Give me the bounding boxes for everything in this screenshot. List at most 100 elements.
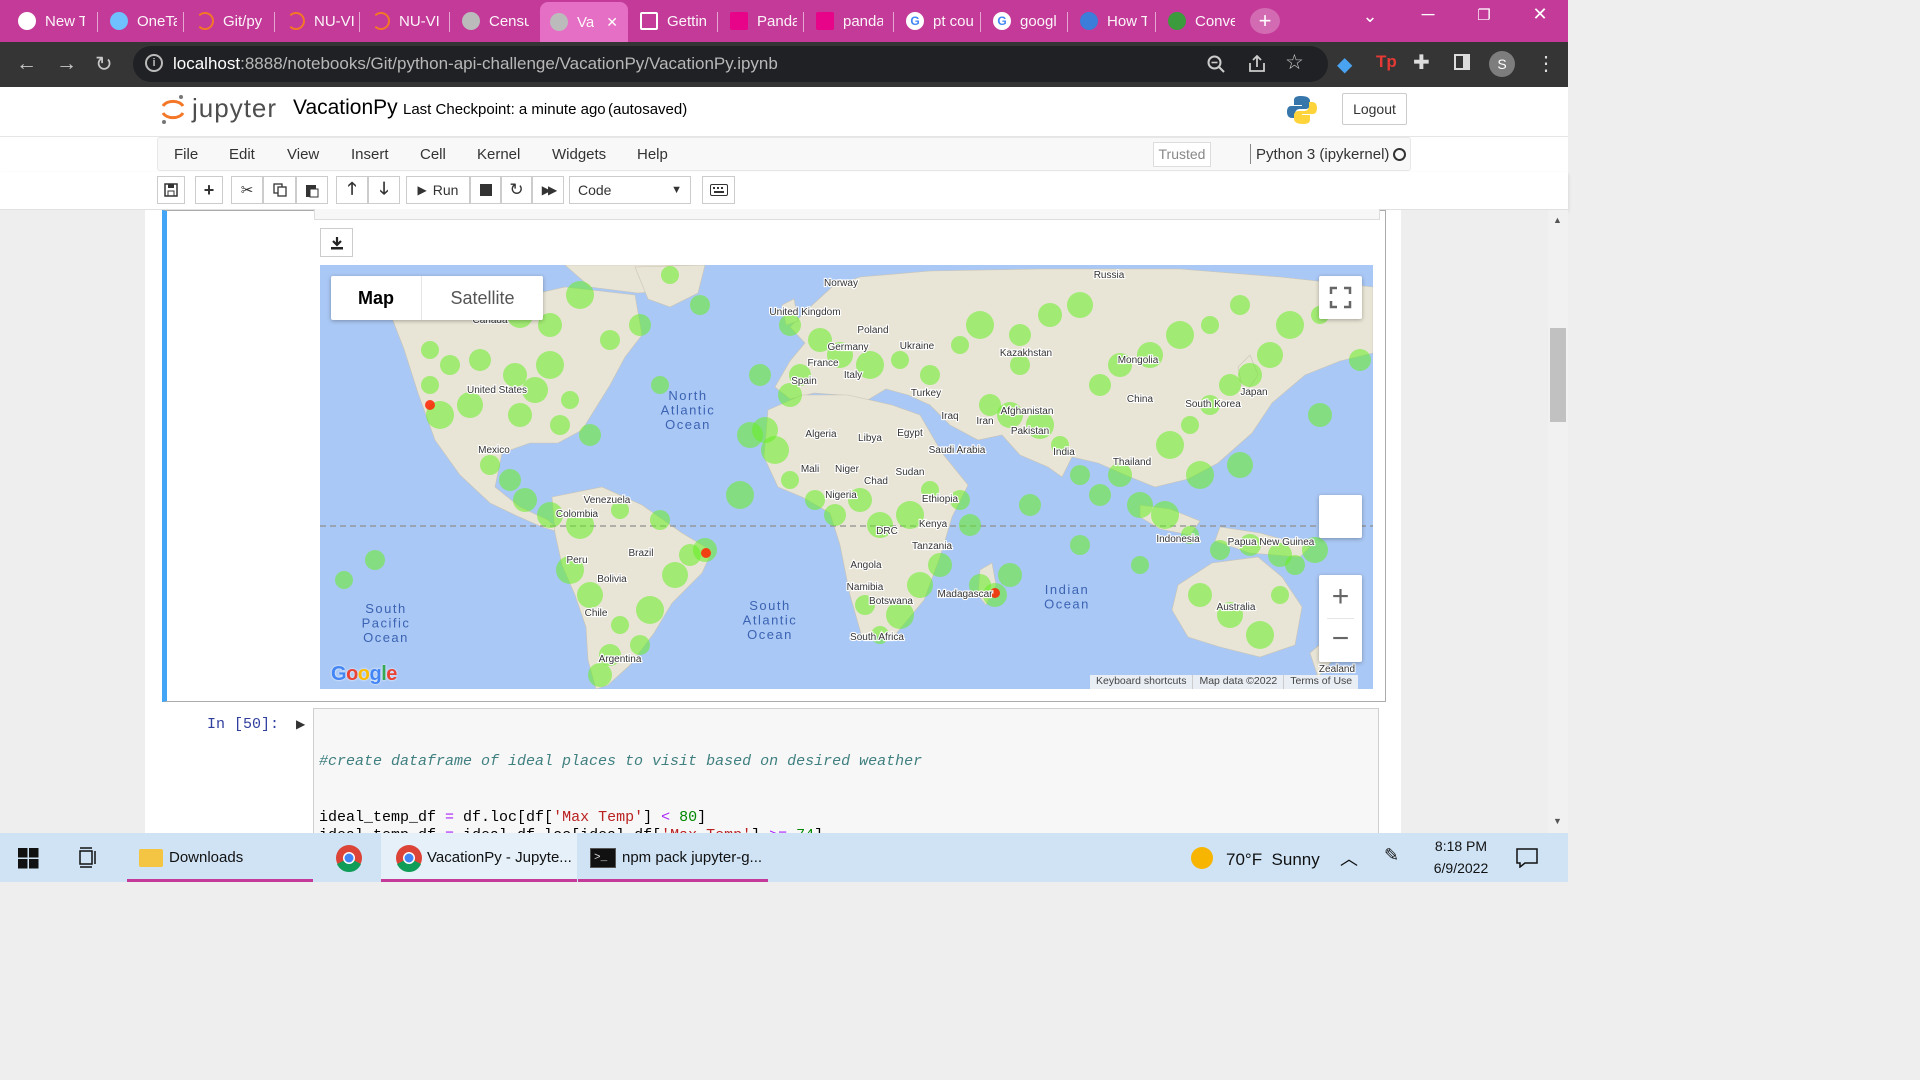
menu-cell[interactable]: Cell xyxy=(420,146,446,163)
menu-insert[interactable]: Insert xyxy=(351,146,389,163)
menu-widgets[interactable]: Widgets xyxy=(552,146,606,163)
side-panel-icon[interactable] xyxy=(1454,54,1470,70)
browser-tab[interactable]: How T xyxy=(1070,4,1156,38)
country-label: United Kingdom xyxy=(769,307,840,318)
menu-view[interactable]: View xyxy=(287,146,319,163)
move-cell-up-icon[interactable]: 🡑 xyxy=(336,176,368,204)
menu-edit[interactable]: Edit xyxy=(229,146,255,163)
copy-icon[interactable] xyxy=(263,176,296,204)
zoom-in-button[interactable]: + xyxy=(1319,575,1362,618)
profile-avatar[interactable]: S xyxy=(1489,51,1515,77)
show-hidden-icons-chevron-icon[interactable]: ︿ xyxy=(1340,845,1358,871)
jupyter-logo-text[interactable]: jupyter xyxy=(192,93,277,124)
google-map[interactable]: Canada United States Mexico Venezuela Colomb… xyxy=(320,265,1373,689)
command-palette-keyboard-icon[interactable] xyxy=(702,176,735,204)
share-icon[interactable] xyxy=(1247,55,1267,73)
country-label: Kazakhstan xyxy=(1000,348,1052,359)
taskbar-chrome[interactable] xyxy=(330,833,368,882)
scroll-thumb[interactable] xyxy=(1550,328,1566,422)
weather-sun-icon[interactable] xyxy=(1191,847,1213,869)
fullscreen-button[interactable] xyxy=(1319,276,1362,319)
insert-cell-below-icon[interactable]: + xyxy=(195,176,223,204)
trusted-indicator[interactable]: Trusted xyxy=(1153,142,1211,167)
collapse-arrow-icon[interactable]: ▶ xyxy=(296,717,305,731)
keyboard-shortcuts-link[interactable]: Keyboard shortcuts xyxy=(1090,675,1194,689)
restore-icon[interactable]: ❐ xyxy=(1464,6,1504,24)
page-scrollbar[interactable]: ▲ ▼ xyxy=(1548,210,1568,833)
clock-date[interactable]: 6/9/2022 xyxy=(1424,860,1498,876)
menu-help[interactable]: Help xyxy=(637,146,668,163)
satellite-tab[interactable]: Satellite xyxy=(422,276,543,320)
back-icon[interactable]: ← xyxy=(16,52,37,76)
onetab-extension-icon[interactable]: ◆ xyxy=(1337,52,1352,77)
forward-icon[interactable]: → xyxy=(56,52,77,76)
interrupt-stop-icon[interactable] xyxy=(470,176,501,204)
paste-icon[interactable] xyxy=(296,176,328,204)
task-view-icon[interactable] xyxy=(78,847,100,868)
extensions-puzzle-icon[interactable]: ✚ xyxy=(1413,50,1430,75)
scroll-up-icon[interactable]: ▲ xyxy=(1553,215,1562,225)
browser-menu-icon[interactable]: ⋮ xyxy=(1536,51,1556,76)
country-label: Indonesia xyxy=(1156,534,1200,545)
kernel-name[interactable]: Python 3 (ipykernel) xyxy=(1256,146,1389,163)
code-text[interactable]: #create dataframe of ideal places to vis… xyxy=(319,716,922,833)
reload-icon[interactable]: ↻ xyxy=(95,52,113,77)
jupyter-logo-icon[interactable] xyxy=(160,94,186,126)
pen-icon[interactable]: ✎ xyxy=(1384,845,1399,866)
browser-tab[interactable]: Git/py xyxy=(186,4,272,38)
code-cell[interactable]: In [50]: ▶ #create dataframe of ideal pl… xyxy=(162,708,1386,833)
heatmap-point xyxy=(1227,452,1253,478)
zoom-icon[interactable] xyxy=(1207,55,1225,73)
street-view-pegman-button[interactable] xyxy=(1319,495,1362,538)
save-icon[interactable] xyxy=(157,176,185,204)
browser-tab[interactable]: Va ✕ xyxy=(540,2,628,42)
taskbar-vacationpy-window[interactable]: VacationPy - Jupyte... xyxy=(381,833,577,882)
tab-search-icon[interactable]: ⌄ xyxy=(1350,6,1390,27)
download-icon[interactable] xyxy=(320,228,353,257)
run-button[interactable]: ▶ Run xyxy=(406,176,470,204)
map-tab[interactable]: Map xyxy=(331,276,421,320)
logout-button[interactable]: Logout xyxy=(1342,93,1407,125)
restart-run-all-icon[interactable]: ▶▶ xyxy=(532,176,564,204)
browser-tab[interactable]: Gettin xyxy=(630,4,716,38)
country-label: Iran xyxy=(976,416,993,427)
terms-of-use-link[interactable]: Terms of Use xyxy=(1284,675,1358,689)
code-editor[interactable]: #create dataframe of ideal places to vis… xyxy=(313,708,1379,833)
browser-tab[interactable]: Ggoogl xyxy=(983,4,1069,38)
minimize-icon[interactable]: ─ xyxy=(1408,4,1448,25)
menu-kernel[interactable]: Kernel xyxy=(477,146,520,163)
move-cell-down-icon[interactable]: 🡓 xyxy=(368,176,400,204)
browser-tab[interactable]: New T xyxy=(8,4,94,38)
tp-extension-icon[interactable]: Tp xyxy=(1376,52,1397,72)
bookmark-star-icon[interactable]: ☆ xyxy=(1285,50,1304,75)
world-map-svg[interactable]: CanadaUnited StatesMexicoVenezuelaColomb… xyxy=(320,265,1373,689)
clock-time[interactable]: 8:18 PM xyxy=(1424,838,1498,854)
close-tab-icon[interactable]: ✕ xyxy=(606,14,618,31)
browser-tab[interactable]: Panda xyxy=(720,4,806,38)
browser-tab[interactable]: Conve xyxy=(1158,4,1244,38)
url-omnibox[interactable]: i localhost:8888/notebooks/Git/python-ap… xyxy=(133,46,1328,82)
google-logo[interactable]: Google xyxy=(331,663,397,686)
scroll-down-icon[interactable]: ▼ xyxy=(1553,816,1562,826)
cut-icon[interactable]: ✂ xyxy=(231,176,263,204)
browser-tab[interactable]: OneTa xyxy=(100,4,186,38)
site-info-icon[interactable]: i xyxy=(145,54,163,72)
menu-file[interactable]: File xyxy=(174,146,198,163)
new-tab-button[interactable]: + xyxy=(1250,8,1280,34)
notebook-title[interactable]: VacationPy xyxy=(293,96,398,120)
heatmap-point xyxy=(440,355,460,375)
notifications-icon[interactable] xyxy=(1516,848,1538,868)
browser-tab[interactable]: panda xyxy=(806,4,892,38)
zoom-out-button[interactable]: − xyxy=(1319,619,1362,662)
browser-tab[interactable]: Gpt cou xyxy=(896,4,982,38)
taskbar-downloads[interactable]: Downloads xyxy=(127,833,313,882)
taskbar-terminal-window[interactable]: >_ npm pack jupyter-g... xyxy=(578,833,768,882)
restart-kernel-icon[interactable]: ↻ xyxy=(501,176,532,204)
windows-start-icon[interactable] xyxy=(18,848,39,869)
cell-type-select[interactable]: Code ▼ xyxy=(569,176,691,204)
weather-text[interactable]: 70°F Sunny xyxy=(1226,850,1320,870)
browser-tab[interactable]: NU-VI xyxy=(277,4,363,38)
browser-tab[interactable]: NU-VI xyxy=(362,4,448,38)
browser-tab[interactable]: Censu xyxy=(452,4,538,38)
close-window-icon[interactable]: ✕ xyxy=(1520,4,1560,25)
